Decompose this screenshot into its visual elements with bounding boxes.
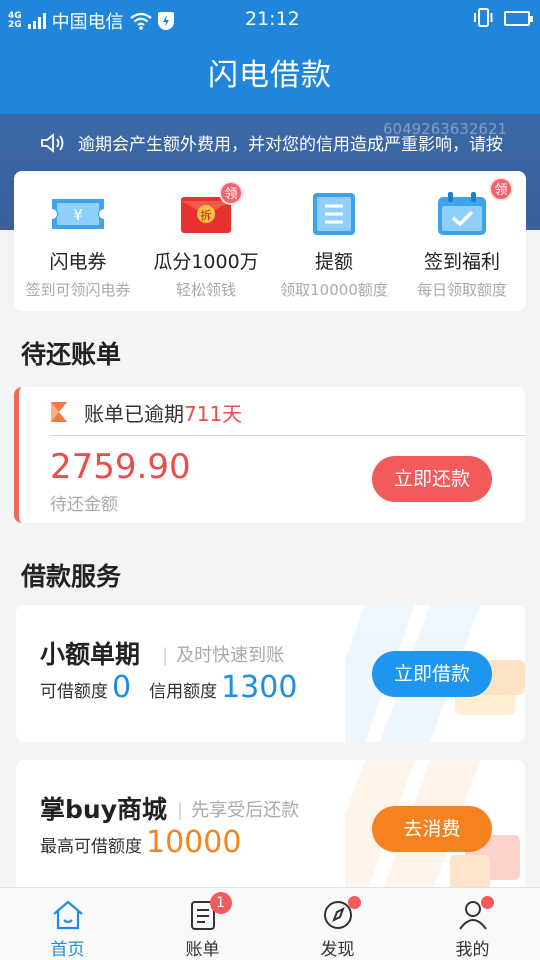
feature-name: 闪电券 [49,251,107,273]
status-left: 4G 2G 中国电信 [8,8,174,34]
notice-text: 逾期会产生额外费用，并对您的信用造成严重影响，请按 [78,135,503,155]
feature-name: 提额 [314,251,353,273]
page-title: 闪电借款 [0,38,540,114]
feature-raise-limit[interactable]: 提额 领取10000额度 [270,171,398,311]
tab-home[interactable]: 首页 [0,888,135,960]
svg-text:¥: ¥ [73,206,83,224]
envelope-text: 拆 [201,208,212,222]
network-type-bottom: 2G [8,20,22,30]
loan-subtitle: 先享受后还款 [177,796,299,822]
credit-limit-value: 1300 [221,670,298,705]
due-amount: 2759.90 [50,447,191,487]
borrow-now-button[interactable]: 立即借款 [372,651,492,697]
home-icon [51,898,85,932]
feature-subtitle: 轻松领钱 [175,281,236,299]
claim-badge: 领 [489,177,513,201]
tab-label: 我的 [455,940,490,960]
battery-icon [504,10,533,26]
vibrate-icon [474,8,493,27]
feature-shortcuts: ¥ 闪电券 签到可领闪电券 拆 领 瓜分1000万 轻松领钱 提额 领取1000… [14,171,526,311]
speaker-icon [41,133,64,153]
status-bar: 4G 2G 中国电信 21:12 [0,0,540,38]
max-limit-label: 最高可借额度 [40,837,142,857]
loan-limits: 可借额度 0 信用额度 1300 [40,670,315,705]
status-right [472,8,533,28]
loans-section-title: 借款服务 [21,562,122,591]
overdue-days: 711天 [184,402,243,426]
feature-subtitle: 每日领取额度 [416,281,507,299]
tab-bills[interactable]: 1 账单 [135,888,270,960]
notification-dot [480,896,494,909]
tab-label: 发现 [320,940,355,960]
tab-label: 首页 [50,940,85,960]
bottom-tab-bar: 首页 1 账单 发现 我的 [0,887,540,960]
document-icon [305,191,363,237]
overdue-flag-icon [51,402,67,422]
bills-section-title: 待还账单 [21,340,122,369]
due-amount-label: 待还金额 [50,495,118,515]
bill-count-badge: 1 [209,892,232,914]
tab-profile[interactable]: 我的 [405,888,540,960]
loan-card-mall[interactable]: 掌buy商城 先享受后还款 最高可借额度10000 去消费 [16,760,525,897]
loan-card-small[interactable]: 小额单期 及时快速到账 可借额度0 信用额度1300 立即借款 [16,605,525,742]
tab-label: 账单 [185,940,220,960]
feature-checkin[interactable]: 领 签到福利 每日领取额度 [398,171,526,311]
loan-title: 小额单期 [40,640,141,669]
carrier-name: 中国电信 [51,12,124,33]
network-type: 4G 2G [8,12,22,30]
overdue-prefix: 账单已逾期 [84,402,184,426]
user-icon [456,896,494,932]
max-limit-value: 10000 [146,825,242,860]
bill-card[interactable]: 账单已逾期711天 2759.90 待还金额 立即还款 [14,387,526,523]
feature-red-envelope[interactable]: 拆 领 瓜分1000万 轻松领钱 [142,171,270,311]
bill-list-icon: 1 [186,892,232,932]
feature-name: 瓜分1000万 [153,251,259,273]
claim-badge: 领 [219,181,243,205]
feature-ticket[interactable]: ¥ 闪电券 签到可领闪电券 [14,171,142,311]
loan-limits: 最高可借额度 10000 [40,825,259,860]
shield-icon [157,12,174,30]
red-envelope-icon: 拆 领 [177,181,243,237]
notification-dot [347,896,361,909]
feature-name: 签到福利 [423,251,500,273]
overdue-status: 账单已逾期711天 [84,398,242,427]
loan-subtitle: 及时快速到账 [162,641,284,667]
ticket-icon: ¥ [49,191,107,237]
signal-icon [27,13,46,29]
loan-title: 掌buy商城 [40,795,167,824]
tab-discover[interactable]: 发现 [270,888,405,960]
available-limit-label: 可借额度 [40,682,108,702]
feature-subtitle: 领取10000额度 [280,281,388,299]
compass-icon [321,896,361,932]
repay-now-button[interactable]: 立即还款 [372,456,492,502]
clock: 21:12 [245,8,300,30]
available-limit-value: 0 [112,670,132,705]
go-shopping-button[interactable]: 去消费 [372,806,492,852]
wifi-icon [129,12,152,30]
credit-limit-label: 信用额度 [149,682,218,702]
feature-subtitle: 签到可领闪电券 [25,281,131,299]
calendar-check-icon: 领 [433,177,513,237]
divider [50,435,526,436]
